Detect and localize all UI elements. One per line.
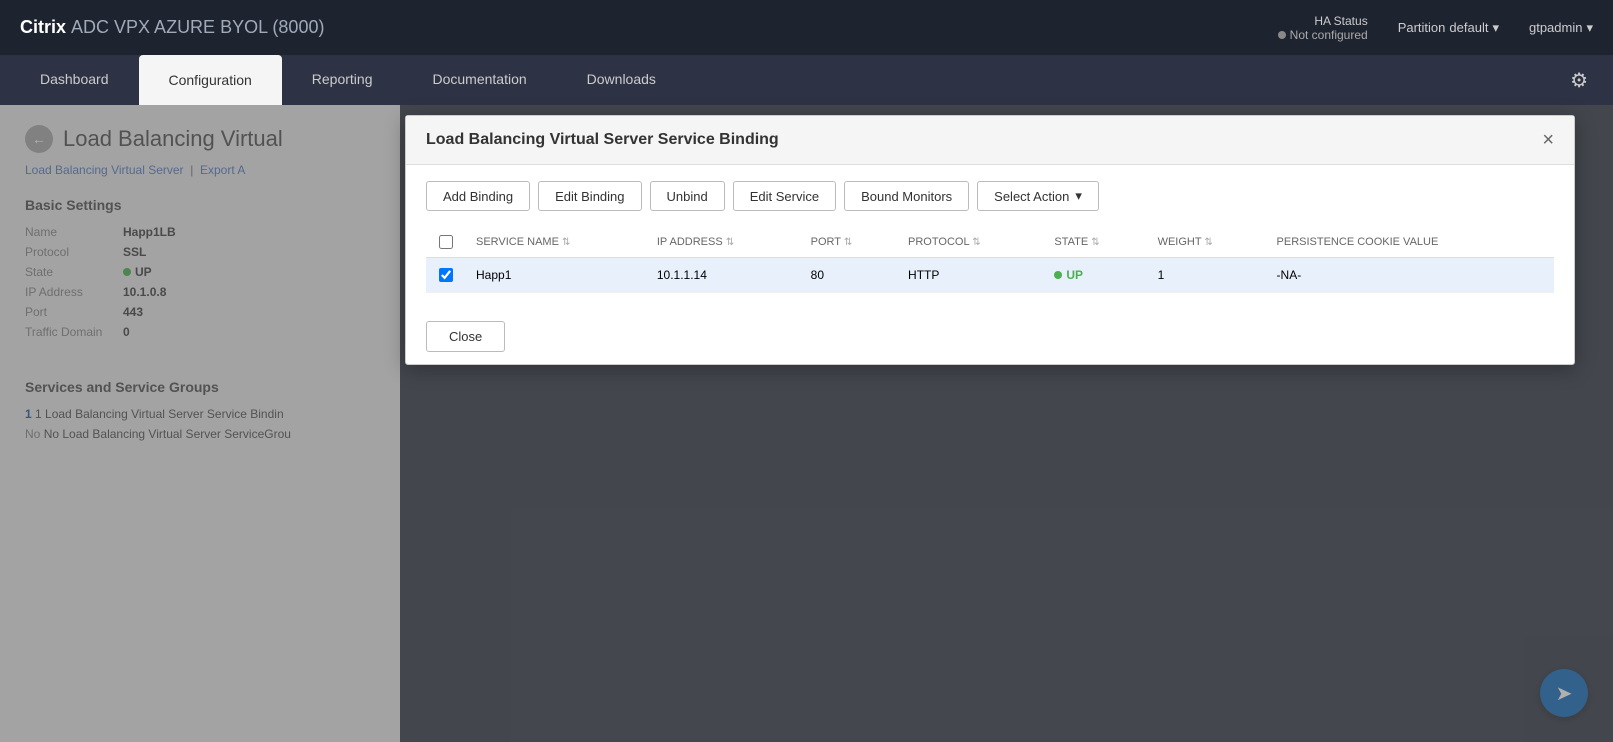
tab-downloads[interactable]: Downloads <box>557 55 686 105</box>
state-up: UP <box>1054 268 1137 282</box>
select-action-chevron: ▾ <box>1075 188 1082 204</box>
col-port: PORT ⇅ <box>801 227 898 258</box>
ha-value: Not configured <box>1278 28 1368 42</box>
row-ip: 10.1.1.14 <box>647 258 801 293</box>
row-service-name: Happ1 <box>466 258 647 293</box>
table-body: Happ110.1.1.1480HTTP UP 1-NA- <box>426 258 1554 293</box>
close-button[interactable]: Close <box>426 321 505 352</box>
table-header: SERVICE NAME ⇅ IP ADDRESS ⇅ PORT ⇅ PROTO… <box>426 227 1554 258</box>
col-persistence-cookie: PERSISTENCE COOKIE VALUE <box>1267 227 1554 258</box>
ha-dot <box>1278 31 1286 39</box>
navbar: Dashboard Configuration Reporting Docume… <box>0 55 1613 105</box>
row-persistence-cookie: -NA- <box>1267 258 1554 293</box>
tab-reporting[interactable]: Reporting <box>282 55 403 105</box>
bound-monitors-button[interactable]: Bound Monitors <box>844 181 969 211</box>
row-port: 80 <box>801 258 898 293</box>
partition-label: Partition <box>1398 20 1446 35</box>
row-state: UP <box>1044 258 1147 293</box>
col-protocol: PROTOCOL ⇅ <box>898 227 1044 258</box>
modal-header: Load Balancing Virtual Server Service Bi… <box>406 116 1574 165</box>
service-table: SERVICE NAME ⇅ IP ADDRESS ⇅ PORT ⇅ PROTO… <box>426 227 1554 293</box>
brand: Citrix ADC VPX AZURE BYOL (8000) <box>20 17 324 38</box>
topbar: Citrix ADC VPX AZURE BYOL (8000) HA Stat… <box>0 0 1613 55</box>
username-chevron: ▾ <box>1586 20 1593 36</box>
col-ip-address: IP ADDRESS ⇅ <box>647 227 801 258</box>
table-row[interactable]: Happ110.1.1.1480HTTP UP 1-NA- <box>426 258 1554 293</box>
row-protocol: HTTP <box>898 258 1044 293</box>
ha-label: HA Status <box>1278 14 1368 28</box>
username-text: gtpadmin <box>1529 20 1582 35</box>
unbind-button[interactable]: Unbind <box>650 181 725 211</box>
brand-adc: ADC VPX AZURE BYOL (8000) <box>71 17 324 37</box>
col-checkbox <box>426 227 466 258</box>
tab-documentation[interactable]: Documentation <box>402 55 556 105</box>
modal: Load Balancing Virtual Server Service Bi… <box>405 115 1575 365</box>
edit-binding-button[interactable]: Edit Binding <box>538 181 641 211</box>
ha-status: HA Status Not configured <box>1278 14 1368 42</box>
col-service-name: SERVICE NAME ⇅ <box>466 227 647 258</box>
add-binding-button[interactable]: Add Binding <box>426 181 530 211</box>
modal-close-button[interactable]: × <box>1542 130 1554 150</box>
tab-dashboard[interactable]: Dashboard <box>10 55 139 105</box>
ha-value-text: Not configured <box>1290 28 1368 42</box>
modal-title: Load Balancing Virtual Server Service Bi… <box>426 131 779 149</box>
topbar-right: HA Status Not configured Partition defau… <box>1278 14 1593 42</box>
username[interactable]: gtpadmin ▾ <box>1529 20 1593 36</box>
state-dot <box>1054 271 1062 279</box>
tab-configuration[interactable]: Configuration <box>139 55 282 105</box>
partition-chevron: ▾ <box>1492 20 1499 36</box>
partition[interactable]: Partition default ▾ <box>1398 20 1499 36</box>
row-checkbox-cell <box>426 258 466 293</box>
modal-toolbar: Add Binding Edit Binding Unbind Edit Ser… <box>426 181 1554 211</box>
brand-citrix: Citrix <box>20 17 66 37</box>
select-all-checkbox[interactable] <box>439 235 453 249</box>
col-weight: WEIGHT ⇅ <box>1148 227 1267 258</box>
partition-value: default <box>1449 20 1488 35</box>
modal-footer: Close <box>406 309 1574 364</box>
select-action-label: Select Action <box>994 189 1069 204</box>
row-checkbox[interactable] <box>439 268 453 282</box>
settings-icon[interactable]: ⚙ <box>1555 55 1603 105</box>
row-weight: 1 <box>1148 258 1267 293</box>
select-action-button[interactable]: Select Action ▾ <box>977 181 1099 211</box>
edit-service-button[interactable]: Edit Service <box>733 181 836 211</box>
modal-body: Add Binding Edit Binding Unbind Edit Ser… <box>406 165 1574 309</box>
col-state: STATE ⇅ <box>1044 227 1147 258</box>
